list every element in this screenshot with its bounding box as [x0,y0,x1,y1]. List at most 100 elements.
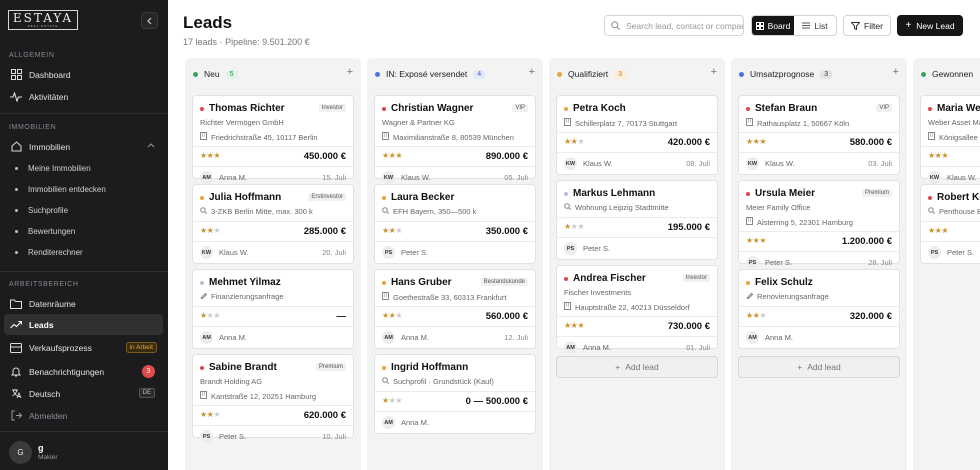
nav-search-profiles[interactable]: Suchprofile [10,201,68,219]
column-title: Umsatzprognose [750,69,815,79]
column-title: Gewonnen [932,69,974,79]
star-icon: ★ [200,226,207,235]
nav-label: Deutsch [29,388,61,399]
board-column: Umsatzprognose 3 + Stefan Braun VIP Rathauspl… [731,58,907,470]
nav-label: Aktivitäten [29,91,69,102]
lead-card[interactable]: Robert KleiPenthouse Be★★★PSPeter S. [920,184,980,264]
add-card-icon[interactable]: + [529,66,535,78]
avatar: KW [746,157,759,170]
owner-name: Anna M. [765,333,793,342]
plus-icon: + [797,362,803,372]
add-card-icon[interactable]: + [893,66,899,78]
search-input[interactable]: Search lead, contact or company [604,15,744,36]
lead-detail: Renovierungsanfrage [746,292,829,301]
lead-date: 28. Juli [868,258,892,267]
nav-label: Leads [29,319,54,330]
new-lead-button[interactable]: + New Lead [897,15,963,36]
divider [193,221,353,222]
divider [739,132,899,133]
column-header: Qualifiziert 3 + [557,66,717,82]
rating-stars: ★★★ [200,151,220,160]
brand-logo[interactable]: ESTAYA REAL ESTATE [8,10,78,30]
add-lead-button[interactable]: + Add lead [738,356,900,378]
lead-card[interactable]: Maria Webe Weber Asset Ma Königsallee 88 ★ ★… [920,95,980,184]
lead-name-text: Laura Becker [391,192,455,203]
add-lead-button[interactable]: + Add lead [556,356,718,378]
lead-card[interactable]: Thomas Richter Investor Richter Vermögen G… [192,95,354,184]
nav-label: Renditerechner [28,247,83,257]
column-header: Umsatzprognose 3 + [739,66,899,82]
user-profile[interactable]: G g Makler [9,441,58,464]
status-dot [193,71,198,77]
lead-tag-badge: Investor [682,274,710,282]
nav-leads[interactable]: Leads [4,314,163,335]
rating-stars: ★★★ [928,151,948,160]
address-line: Königsallee 88 [928,132,980,142]
star-icon: ★ [577,137,585,146]
lead-value: 1.200.000 € [841,236,892,247]
lead-card[interactable]: Mehmet Yilmaz Finanzierungsanfrage ★★★ — AM A… [192,269,354,349]
lead-name: Stefan Braun [746,103,817,114]
address-text: Hauptstraße 22, 40213 Düsseldorf [575,302,690,312]
lead-card[interactable]: Sabine Brandt Premium Brandt Holding AG Kan… [192,354,354,443]
lead-detail: Finanzierungsanfrage [200,292,284,301]
nav-dashboard[interactable]: Dashboard [4,64,163,85]
pencil-icon [746,292,757,301]
lead-card[interactable]: Stefan Braun VIP Rathausplatz 1, 50667 Köl… [738,95,900,175]
nav-datarooms[interactable]: Datenräume [4,293,163,314]
lead-card[interactable]: Ursula Meier Premium Meier Family Office Al… [738,180,900,269]
filter-button[interactable]: Filter [843,15,891,36]
lead-value: 560.000 € [485,311,528,322]
divider [193,326,353,327]
lead-card[interactable]: Ingrid Hoffmann Suchprofil · Grundstück (… [374,354,536,434]
lead-card[interactable]: Laura Becker EFH Bayern, 350—500 k ★★★ 350.… [374,184,536,264]
divider [557,336,717,337]
lead-name: Christian Wagner [382,103,473,114]
nav-properties[interactable]: Immobilien [4,136,163,157]
nav-notifications[interactable]: Benachrichtigungen 3 [4,361,163,382]
lead-card[interactable]: Andrea Fischer Investor Fischer Investment… [556,265,718,354]
lead-tag-badge: Bestandskunde [480,278,528,286]
board-column: IN: Exposé versendet 4 + Christian Wagner VI… [367,58,543,470]
lead-value: 0 — 500.000 € [465,396,528,407]
column-count-badge: 4 [473,69,486,79]
lead-card[interactable]: Petra Koch Schillerplatz 7, 70173 Stuttga… [556,95,718,175]
nav-sales-process[interactable]: Verkaufsprozess in Arbeit [4,337,163,358]
owner-name: Peter S. [765,258,793,267]
star-icon: ★ [746,236,753,245]
lead-card[interactable]: Christian Wagner VIP Wagner & Partner KG Ma… [374,95,536,184]
nav-activities[interactable]: Aktivitäten [4,86,163,107]
lead-card[interactable]: Markus Lehmann Wohnung Leipzig Stadtmitte… [556,180,718,260]
lead-card[interactable]: Julia Hoffmann Erstinvestor 3-ZKB Berlin M… [192,184,354,264]
priority-dot [746,280,750,285]
rating-stars: ★★★ [564,137,584,146]
nav-discover-properties[interactable]: Immobilien entdecken [10,180,106,198]
add-card-icon[interactable]: + [711,66,717,78]
lead-value: 195.000 € [667,222,710,233]
rating-stars: ★★★ [200,410,220,419]
board-view-button[interactable]: Board [752,16,794,35]
lead-name-text: Ingrid Hoffmann [391,362,469,373]
nav-valuations[interactable]: Bewertungen [10,222,75,240]
bell-icon [10,366,22,378]
priority-dot [564,276,568,281]
add-lead-label: Add lead [625,362,659,372]
collapse-sidebar-button[interactable] [141,12,158,29]
avatar: KW [382,171,395,184]
divider [193,241,353,242]
nav-logout[interactable]: Abmelden [4,405,163,426]
lead-detail: Goethestraße 33, 60313 Frankfurt [382,292,506,302]
owner-name: Klaus W. [219,248,249,257]
nav-calculators[interactable]: Renditerechner [10,243,83,261]
add-card-icon[interactable]: + [347,66,353,78]
nav-my-properties[interactable]: Meine Immobilien [10,159,91,177]
list-view-button[interactable]: List [794,16,836,35]
building-icon [200,132,211,142]
rating-stars: ★★★ [564,222,584,231]
nav-language[interactable]: Deutsch DE [4,383,163,404]
column-header: Neu 5 + [193,66,353,82]
lead-name: Markus Lehmann [564,188,655,199]
lead-card[interactable]: Hans Gruber Bestandskunde Goethestraße 33,… [374,269,536,349]
priority-dot [382,195,386,200]
lead-card[interactable]: Felix Schulz Renovierungsanfrage ★★★ 320.00… [738,269,900,349]
